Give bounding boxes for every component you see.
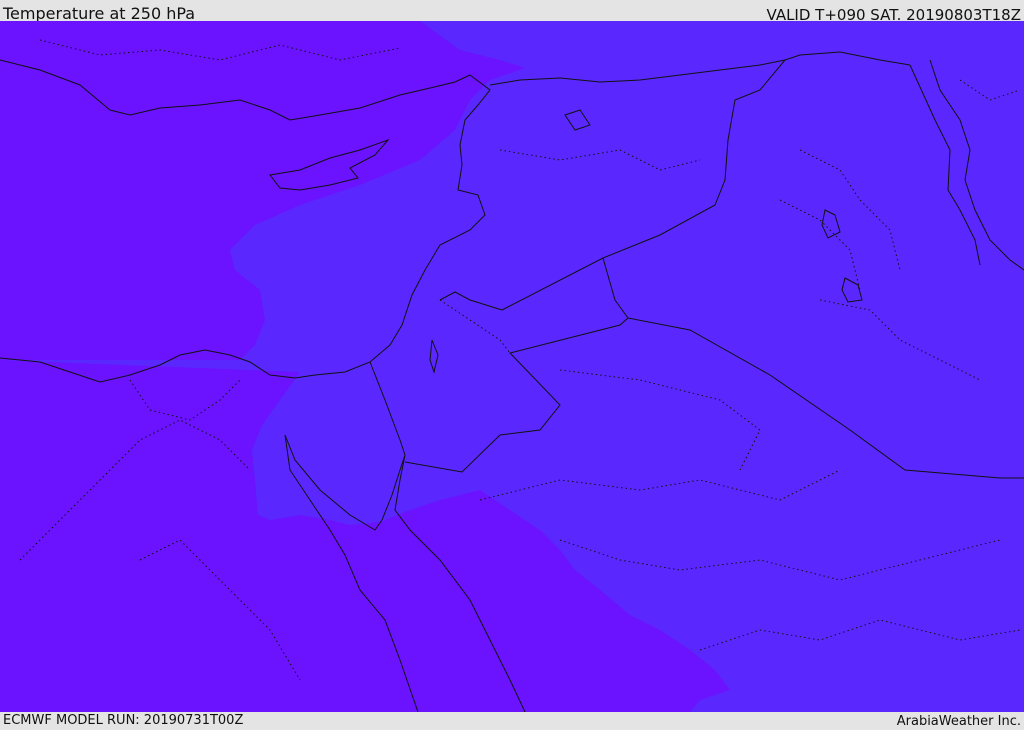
temperature-map [0,21,1024,712]
footer-bar: ECMWF MODEL RUN: 20190731T00Z ArabiaWeat… [0,712,1024,729]
weather-map-page: Temperature at 250 hPa VALID T+090 SAT. … [0,0,1024,729]
map-canvas [0,21,1024,712]
header-bar: Temperature at 250 hPa VALID T+090 SAT. … [0,0,1024,24]
model-run-label: ECMWF MODEL RUN: 20190731T00Z [3,713,244,728]
credit-label: ArabiaWeather Inc. [896,714,1021,729]
